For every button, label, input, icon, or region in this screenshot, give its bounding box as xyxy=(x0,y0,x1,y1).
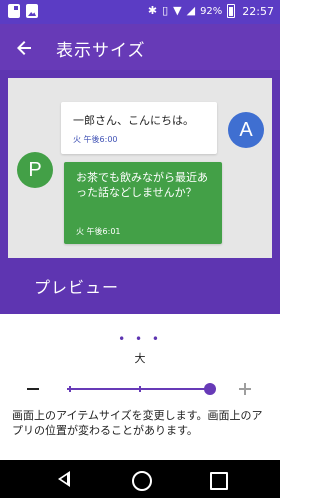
document-icon xyxy=(8,4,20,18)
navigation-bar xyxy=(0,460,280,498)
avatar: A xyxy=(228,112,264,148)
preview-label: プレビュー xyxy=(34,278,120,297)
slider-thumb[interactable] xyxy=(204,383,216,395)
app-bar: 表示サイズ xyxy=(0,24,280,70)
decrease-size-button[interactable] xyxy=(24,380,42,398)
message-text: お茶でも飲みながら最近あった話などしませんか？ xyxy=(76,171,208,199)
arrow-left-icon xyxy=(17,41,31,55)
size-slider[interactable] xyxy=(64,380,216,398)
clock: 22:57 xyxy=(242,4,274,18)
nav-back-icon[interactable] xyxy=(54,468,76,490)
bluetooth-icon: ✱ xyxy=(147,4,158,17)
notification-icons xyxy=(8,4,38,18)
message-text: 一郎さん、こんにちは。 xyxy=(73,114,194,127)
vibrate-icon: ▯ xyxy=(162,4,169,17)
slider-tick xyxy=(139,386,141,392)
message-time: 火 午後6:01 xyxy=(76,227,121,236)
battery-percent: 92% xyxy=(200,5,223,17)
signal-icon: ◢ xyxy=(186,4,196,17)
wifi-icon: ▼ xyxy=(173,4,182,17)
image-icon xyxy=(26,4,38,18)
page-title: 表示サイズ xyxy=(56,41,146,61)
page-indicator: • • • xyxy=(118,332,162,346)
slider-tick xyxy=(69,386,71,392)
system-icons: ✱ ▯ ▼ ◢ 92% 22:57 xyxy=(148,3,274,19)
message-bubble-outgoing: お茶でも飲みながら最近あった話などしませんか？ 火 午後6:01 xyxy=(64,162,222,244)
preview-card: 一郎さん、こんにちは。 火 午後6:00 A P お茶でも飲みながら最近あった話… xyxy=(8,78,272,258)
description-text: 画面上のアイテムサイズを変更します。画面上のアプリの位置が変わることがあります。 xyxy=(12,409,263,437)
battery-icon xyxy=(227,4,236,18)
nav-recents-icon[interactable] xyxy=(206,468,228,490)
back-button[interactable] xyxy=(10,34,38,62)
message-bubble-incoming: 一郎さん、こんにちは。 火 午後6:00 xyxy=(61,102,217,154)
preview-area: 一郎さん、こんにちは。 火 午後6:00 A P お茶でも飲みながら最近あった話… xyxy=(0,70,280,314)
avatar: P xyxy=(17,152,53,188)
message-time: 火 午後6:00 xyxy=(73,135,118,144)
status-bar: ✱ ▯ ▼ ◢ 92% 22:57 xyxy=(0,0,280,24)
nav-home-icon[interactable] xyxy=(129,468,152,491)
size-label: 大 xyxy=(134,352,146,365)
increase-size-button[interactable] xyxy=(236,380,254,398)
